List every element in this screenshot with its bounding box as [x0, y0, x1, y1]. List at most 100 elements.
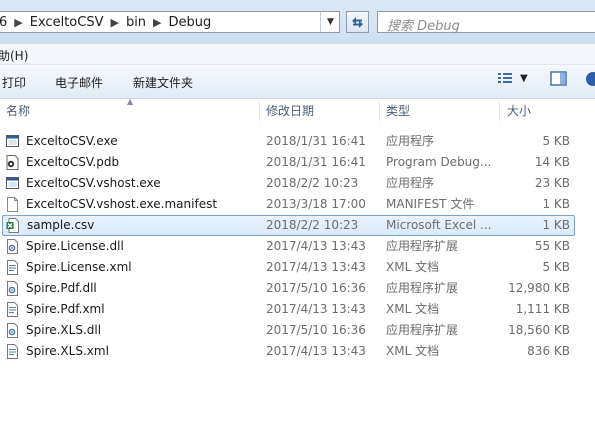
refresh-icon [352, 16, 363, 28]
column-divider[interactable] [259, 101, 260, 121]
blank-file-icon [7, 197, 18, 212]
file-type: 应用程序扩展 [386, 281, 459, 295]
view-options-dropdown-icon[interactable]: ▼ [520, 73, 528, 84]
column-divider[interactable] [499, 101, 500, 121]
file-size: 1 KB [542, 197, 570, 211]
command-toolbar: 打印 电子邮件 新建文件夹 ▼ [0, 65, 595, 99]
file-name: ExceltoCSV.exe [26, 134, 118, 148]
dll-icon [7, 281, 18, 296]
file-size: 14 KB [534, 155, 570, 169]
breadcrumb-exceltocsv[interactable]: ExceltoCSV [28, 15, 106, 30]
breadcrumb-debug[interactable]: Debug [167, 15, 214, 30]
file-name: Spire.License.xml [26, 260, 132, 274]
view-details-icon [498, 73, 512, 83]
file-row[interactable]: Spire.Pdf.xml 2017/4/13 13:43 XML 文档 1,1… [2, 299, 575, 320]
address-bar[interactable]: 6 ▶ ExceltoCSV ▶ bin ▶ Debug ▼ [0, 11, 340, 33]
file-row[interactable]: ExceltoCSV.vshost.exe 2018/2/2 10:23 应用程… [2, 173, 575, 194]
xml-icon [7, 260, 18, 275]
column-header-type[interactable]: 类型 [386, 99, 410, 123]
file-size: 1,111 KB [515, 302, 570, 316]
file-size: 23 KB [534, 176, 570, 190]
file-size: 1 KB [542, 218, 570, 232]
dll-icon [7, 239, 18, 254]
file-type: XML 文档 [386, 260, 440, 274]
file-type: Program Debug... [386, 155, 492, 169]
email-button[interactable]: 电子邮件 [55, 74, 103, 91]
help-button[interactable] [585, 71, 595, 90]
file-row[interactable]: ExceltoCSV.pdb 2018/1/31 16:41 Program D… [2, 152, 575, 173]
navigation-bar: 6 ▶ ExceltoCSV ▶ bin ▶ Debug ▼ 搜索 Debug [0, 0, 595, 45]
breadcrumb-separator-icon[interactable]: ▶ [105, 16, 123, 29]
file-name: ExceltoCSV.vshost.exe [26, 176, 161, 190]
file-type: 应用程序扩展 [386, 239, 459, 253]
preview-pane-button[interactable] [550, 71, 567, 89]
file-date: 2018/2/2 10:23 [266, 176, 359, 190]
file-row[interactable]: Spire.XLS.xml 2017/4/13 13:43 XML 文档 836… [2, 341, 575, 362]
file-date: 2017/5/10 16:36 [266, 323, 366, 337]
menu-help[interactable]: 助(H) [0, 47, 28, 64]
column-header-name[interactable]: 名称 [6, 99, 30, 123]
column-header-size[interactable]: 大小 [507, 99, 531, 123]
breadcrumb-separator-icon[interactable]: ▶ [148, 16, 166, 29]
excel-csv-icon [6, 218, 19, 233]
file-date: 2017/5/10 16:36 [266, 281, 366, 295]
new-folder-button[interactable]: 新建文件夹 [133, 74, 193, 91]
file-name: Spire.XLS.xml [26, 344, 109, 358]
file-size: 5 KB [542, 134, 570, 148]
file-size: 18,560 KB [508, 323, 570, 337]
file-date: 2018/2/2 10:23 [266, 218, 359, 232]
file-date: 2018/1/31 16:41 [266, 134, 366, 148]
address-history-dropdown-icon[interactable]: ▼ [320, 12, 340, 32]
file-type: 应用程序 [386, 134, 435, 148]
search-placeholder: 搜索 Debug [387, 19, 460, 34]
file-date: 2013/3/18 17:00 [266, 197, 366, 211]
breadcrumb-separator-icon[interactable]: ▶ [9, 16, 27, 29]
file-row[interactable]: ExceltoCSV.exe 2018/1/31 16:41 应用程序 5 KB [2, 131, 575, 152]
column-header-date[interactable]: 修改日期 [266, 99, 314, 123]
file-date: 2017/4/13 13:43 [266, 239, 366, 253]
file-type: XML 文档 [386, 302, 440, 316]
column-header-row: ▲ 名称 修改日期 类型 大小 [0, 97, 595, 123]
file-size: 55 KB [534, 239, 570, 253]
file-date: 2017/4/13 13:43 [266, 344, 366, 358]
dll-icon [7, 323, 18, 338]
column-divider[interactable] [379, 101, 380, 121]
file-date: 2017/4/13 13:43 [266, 260, 366, 274]
exe-icon [6, 135, 19, 147]
file-name: sample.csv [27, 218, 95, 232]
xml-icon [7, 344, 18, 359]
file-row[interactable]: Spire.License.dll 2017/4/13 13:43 应用程序扩展… [2, 236, 575, 257]
file-size: 12,980 KB [508, 281, 570, 295]
breadcrumb-bin[interactable]: bin [124, 15, 148, 30]
file-name: Spire.XLS.dll [26, 323, 102, 337]
file-row-selected[interactable]: sample.csv 2018/2/2 10:23 Microsoft Exce… [2, 215, 575, 236]
search-input[interactable]: 搜索 Debug [377, 11, 595, 34]
file-date: 2017/4/13 13:43 [266, 302, 366, 316]
xml-icon [7, 302, 18, 317]
sort-ascending-icon: ▲ [127, 97, 134, 106]
file-row[interactable]: Spire.XLS.dll 2017/5/10 16:36 应用程序扩展 18,… [2, 320, 575, 341]
file-date: 2018/1/31 16:41 [266, 155, 366, 169]
file-name: Spire.Pdf.dll [26, 281, 97, 295]
file-size: 5 KB [542, 260, 570, 274]
file-type: XML 文档 [386, 344, 440, 358]
file-type: 应用程序 [386, 176, 435, 190]
file-type: Microsoft Excel ... [386, 218, 492, 232]
file-type: MANIFEST 文件 [386, 197, 475, 211]
file-row[interactable]: ExceltoCSV.vshost.exe.manifest 2013/3/18… [2, 194, 575, 215]
pdb-icon [6, 155, 19, 170]
refresh-button[interactable] [346, 11, 369, 33]
file-type: 应用程序扩展 [386, 323, 459, 337]
print-button[interactable]: 打印 [2, 74, 26, 91]
file-size: 836 KB [527, 344, 570, 358]
menu-bar: 助(H) [0, 44, 595, 65]
file-row[interactable]: Spire.Pdf.dll 2017/5/10 16:36 应用程序扩展 12,… [2, 278, 575, 299]
file-name: Spire.Pdf.xml [26, 302, 105, 316]
preview-pane-icon [550, 71, 567, 86]
help-icon [586, 72, 595, 86]
breadcrumb-root[interactable]: 6 [0, 15, 9, 30]
file-name: Spire.License.dll [26, 239, 124, 253]
file-row[interactable]: Spire.License.xml 2017/4/13 13:43 XML 文档… [2, 257, 575, 278]
file-name: ExceltoCSV.pdb [26, 155, 120, 169]
change-view-button[interactable] [497, 71, 513, 88]
